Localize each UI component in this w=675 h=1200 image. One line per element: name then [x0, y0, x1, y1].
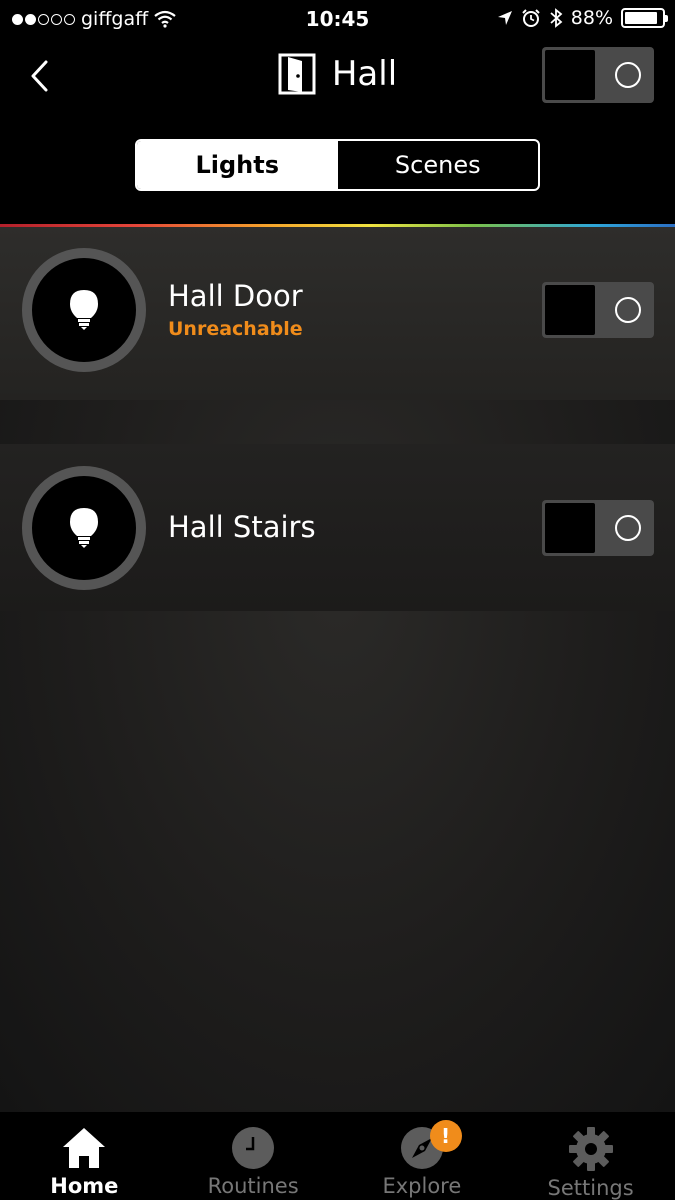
- location-arrow-icon: [497, 11, 512, 25]
- light-name: Hall Door: [168, 279, 303, 313]
- view-segmented-control: Lights Scenes: [135, 139, 540, 191]
- home-icon: [63, 1128, 106, 1168]
- tab-lights[interactable]: Lights: [137, 141, 338, 189]
- tab-label: Home: [50, 1174, 119, 1198]
- light-color-button[interactable]: [22, 248, 146, 372]
- light-power-toggle[interactable]: [542, 500, 654, 556]
- light-row-hall-door[interactable]: Hall Door Unreachable: [0, 227, 675, 400]
- tab-routines[interactable]: Routines: [169, 1112, 338, 1200]
- off-ring-icon: [615, 297, 641, 323]
- tab-home[interactable]: Home: [0, 1112, 169, 1200]
- bottom-tab-bar: Home Routines ! Explore Settings: [0, 1112, 675, 1200]
- tab-label: Routines: [207, 1174, 299, 1198]
- tab-settings[interactable]: Settings: [506, 1112, 675, 1200]
- light-name: Hall Stairs: [168, 510, 316, 544]
- light-power-toggle[interactable]: [542, 282, 654, 338]
- off-ring-icon: [615, 62, 641, 88]
- battery-icon: [621, 8, 668, 28]
- page-title: Hall: [331, 54, 398, 94]
- clock-icon: [232, 1127, 275, 1169]
- gear-icon: [568, 1127, 613, 1171]
- toggle-knob: [545, 285, 595, 335]
- light-status: Unreachable: [168, 318, 303, 340]
- toggle-knob: [545, 503, 595, 553]
- light-row-hall-stairs[interactable]: Hall Stairs: [0, 444, 675, 611]
- room-power-toggle[interactable]: [542, 47, 654, 103]
- bulb-icon: [70, 290, 98, 330]
- toggle-knob: [545, 50, 595, 100]
- tab-label: Settings: [547, 1176, 634, 1200]
- explore-badge: !: [429, 1120, 462, 1152]
- light-color-button[interactable]: [22, 466, 146, 590]
- lights-list: Hall Door Unreachable Hall Stairs: [0, 227, 675, 1112]
- tab-explore[interactable]: ! Explore: [338, 1112, 507, 1200]
- bulb-icon: [70, 508, 98, 548]
- off-ring-icon: [615, 515, 641, 541]
- room-header: Hall Lights Scenes: [0, 38, 675, 224]
- battery-percent: 88%: [570, 7, 613, 29]
- bluetooth-icon: [550, 8, 563, 28]
- tab-label: Explore: [382, 1174, 462, 1198]
- door-icon: [278, 53, 316, 95]
- tab-scenes[interactable]: Scenes: [338, 141, 539, 189]
- alarm-icon: [522, 9, 540, 27]
- status-right: 88%: [497, 7, 668, 29]
- status-bar: giffgaff 10:45 88%: [0, 0, 675, 38]
